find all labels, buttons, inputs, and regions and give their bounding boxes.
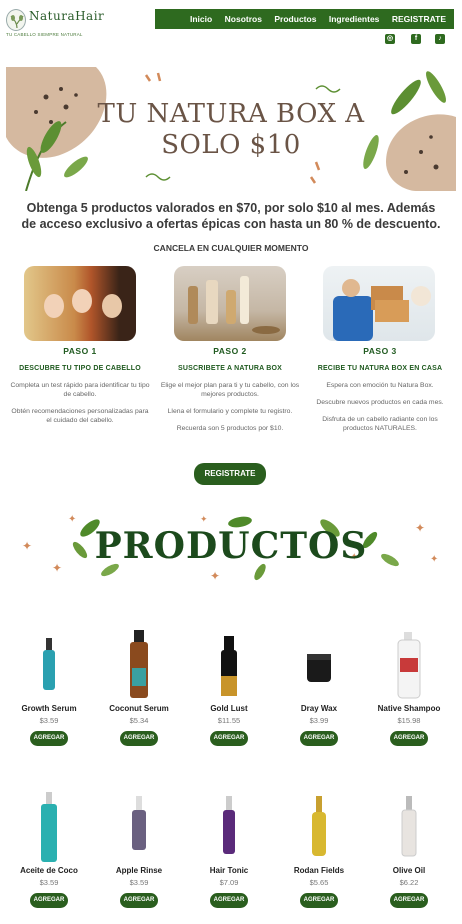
product-name: Hair Tonic xyxy=(209,866,249,875)
add-to-cart-button[interactable]: AGREGAR xyxy=(120,893,158,908)
svg-text:✦: ✦ xyxy=(210,569,220,583)
product-price: $3.59 xyxy=(39,878,59,887)
product-card: Olive Oil $6.22 AGREGAR xyxy=(374,792,444,908)
product-price: $3.59 xyxy=(39,716,59,725)
product-name: Native Shampoo xyxy=(377,704,441,713)
step-number: PASO 3 xyxy=(363,346,397,356)
svg-text:✦: ✦ xyxy=(68,514,76,525)
step-3: PASO 3 RECIBE TU NATURA BOX EN CASA Espe… xyxy=(310,346,450,441)
instagram-icon[interactable]: ◎ xyxy=(385,34,395,44)
add-to-cart-button[interactable]: AGREGAR xyxy=(390,893,428,908)
product-card: Coconut Serum $5.34 AGREGAR xyxy=(104,630,174,746)
step-1: PASO 1 DESCUBRE TU TIPO DE CABELLO Compl… xyxy=(10,346,150,433)
facebook-icon[interactable]: f xyxy=(411,34,421,44)
nav-ingredientes[interactable]: Ingredientes xyxy=(329,14,380,24)
productos-title: PRODUCTOS xyxy=(94,525,368,567)
add-to-cart-button[interactable]: AGREGAR xyxy=(210,893,248,908)
step-2: PASO 2 SUSCRIBETE A NATURA BOX Elige el … xyxy=(160,346,300,441)
step2-image xyxy=(174,266,286,341)
brand-logo[interactable]: NaturaHair TU CABELLO SIEMPRE NATURAL xyxy=(6,9,146,37)
main-nav: Inicio Nosotros Productos Ingredientes R… xyxy=(155,9,454,29)
step-paragraph: Llena el formulario y complete tu regist… xyxy=(167,408,293,415)
step-description: Elige el mejor plan para ti y tu cabello… xyxy=(160,381,300,433)
product-image xyxy=(104,630,174,700)
product-card: Dray Wax $3.99 AGREGAR xyxy=(284,630,354,746)
add-to-cart-button[interactable]: AGREGAR xyxy=(30,893,68,908)
product-card: Gold Lust $11.55 AGREGAR xyxy=(194,630,264,746)
step-title: SUSCRIBETE A NATURA BOX xyxy=(177,365,283,372)
product-name: Aceite de Coco xyxy=(20,866,78,875)
add-to-cart-button[interactable]: AGREGAR xyxy=(210,731,248,746)
product-card: Hair Tonic $7.09 AGREGAR xyxy=(194,792,264,908)
add-to-cart-button[interactable]: AGREGAR xyxy=(300,893,338,908)
product-price: $11.55 xyxy=(217,716,241,725)
product-card: Apple Rinse $3.59 AGREGAR xyxy=(104,792,174,908)
add-to-cart-button[interactable]: AGREGAR xyxy=(390,731,428,746)
step3-image xyxy=(323,266,435,341)
product-price: $7.09 xyxy=(219,878,239,887)
product-name: Growth Serum xyxy=(21,704,77,713)
nav-inicio[interactable]: Inicio xyxy=(190,14,212,24)
brand-name: NaturaHair xyxy=(29,9,105,23)
leaf-logo-icon xyxy=(6,9,26,31)
product-card: Rodan Fields $5.65 AGREGAR xyxy=(284,792,354,908)
product-image xyxy=(374,630,444,700)
product-price: $5.34 xyxy=(129,716,149,725)
step-number: PASO 2 xyxy=(213,346,247,356)
product-name: Coconut Serum xyxy=(109,704,169,713)
promo-text: Obtenga 5 productos valorados en $70, po… xyxy=(21,201,441,231)
step-description: Espera con emoción tu Natura Box. Descub… xyxy=(310,381,450,433)
step-number: PASO 1 xyxy=(63,346,97,356)
product-name: Apple Rinse xyxy=(115,866,163,875)
cancel-notice: CANCELA EN CUALQUIER MOMENTO xyxy=(153,243,309,253)
add-to-cart-button[interactable]: AGREGAR xyxy=(300,731,338,746)
product-name: Olive Oil xyxy=(392,866,426,875)
brand-tagline: TU CABELLO SIEMPRE NATURAL xyxy=(6,32,83,37)
product-price: $15.98 xyxy=(397,716,421,725)
hero-title-line2: SOLO $10 xyxy=(161,130,301,160)
step-paragraph: Espera con emoción tu Natura Box. xyxy=(326,382,434,389)
register-button[interactable]: REGISTRATE xyxy=(194,463,266,485)
product-image xyxy=(14,792,84,862)
step-title: RECIBE TU NATURA BOX EN CASA xyxy=(317,365,443,372)
step-paragraph: Elige el mejor plan para ti y tu cabello… xyxy=(160,382,300,398)
product-price: $5.65 xyxy=(309,878,329,887)
step1-image xyxy=(24,266,136,341)
product-image xyxy=(284,630,354,700)
step-description: Completa un test rápido para identificar… xyxy=(10,381,150,425)
step-paragraph: Obtén recomendaciones personalizadas par… xyxy=(11,408,149,424)
nav-nosotros[interactable]: Nosotros xyxy=(225,14,262,24)
product-image xyxy=(374,792,444,862)
add-to-cart-button[interactable]: AGREGAR xyxy=(30,731,68,746)
product-price: $3.59 xyxy=(129,878,149,887)
hero-title-line1: TU NATURA BOX A xyxy=(97,99,365,129)
hero-banner: TU NATURA BOX A SOLO $10 xyxy=(6,67,456,191)
product-card: Native Shampoo $15.98 AGREGAR xyxy=(374,630,444,746)
step-paragraph: Recuerda son 5 productos por $10. xyxy=(176,425,284,432)
product-name: Dray Wax xyxy=(300,704,338,713)
product-price: $6.22 xyxy=(399,878,419,887)
product-price: $3.99 xyxy=(309,716,329,725)
product-image xyxy=(194,792,264,862)
nav-productos[interactable]: Productos xyxy=(274,14,316,24)
product-image xyxy=(104,792,174,862)
product-card: Growth Serum $3.59 AGREGAR xyxy=(14,630,84,746)
product-card: Aceite de Coco $3.59 AGREGAR xyxy=(14,792,84,908)
product-name: Gold Lust xyxy=(210,704,248,713)
hero-decoration xyxy=(6,67,456,191)
product-name: Rodan Fields xyxy=(293,866,345,875)
nav-registrate[interactable]: REGISTRATE xyxy=(392,14,446,24)
product-image xyxy=(194,630,264,700)
product-image xyxy=(284,792,354,862)
add-to-cart-button[interactable]: AGREGAR xyxy=(120,731,158,746)
step-paragraph: Descubre nuevos productos en cada mes. xyxy=(316,399,444,406)
step-paragraph: Completa un test rápido para identificar… xyxy=(10,382,150,398)
step-title: DESCUBRE TU TIPO DE CABELLO xyxy=(19,365,141,372)
svg-text:✦: ✦ xyxy=(200,514,208,524)
product-image xyxy=(14,630,84,700)
step-paragraph: Disfruta de un cabello radiante con los … xyxy=(322,416,438,432)
tiktok-icon[interactable]: ♪ xyxy=(435,34,445,44)
